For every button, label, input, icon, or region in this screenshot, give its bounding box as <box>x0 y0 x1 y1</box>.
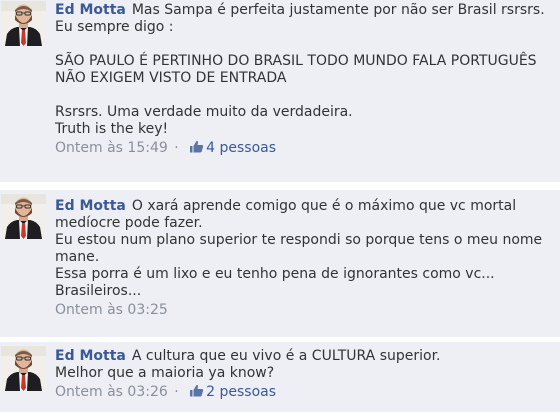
comment-meta: Ontem às 15:49 · 4 pessoas <box>55 140 554 157</box>
thumbs-up-icon[interactable] <box>189 384 204 397</box>
comment-blank-line <box>55 36 554 53</box>
comment-text-line: Melhor que a maioria ya know? <box>55 365 275 381</box>
comment-item: Ed Motta O xará aprende comigo que é o má… <box>0 190 560 337</box>
author-name-link[interactable]: Ed Motta <box>55 198 126 214</box>
author-name-link[interactable]: Ed Motta <box>55 348 126 364</box>
comment-text-line: A cultura que eu vivo é a CULTURA superi… <box>131 348 441 364</box>
comment-text-line: medíocre pode fazer. <box>55 215 203 231</box>
comment-text-line: Brasileiros... <box>55 283 142 299</box>
likes-count-link[interactable]: 2 pessoas <box>206 384 276 400</box>
comment-blank-line <box>55 87 554 104</box>
comment-body: Ed Motta A cultura que eu vivo é a CULTUR… <box>55 348 554 401</box>
comment-text-line: SÃO PAULO É PERTINHO DO BRASIL TODO MUND… <box>55 53 537 69</box>
comment-text: Ed Motta O xará aprende comigo que é o má… <box>55 198 554 300</box>
likes-count-link[interactable]: 4 pessoas <box>206 140 276 156</box>
comment-text-line: mane. <box>55 249 100 265</box>
timestamp-link[interactable]: Ontem às 15:49 <box>55 140 168 156</box>
author-name-link[interactable]: Ed Motta <box>55 2 126 18</box>
comment-text: Ed Motta A cultura que eu vivo é a CULTUR… <box>55 348 554 382</box>
comment-text-line: Rsrsrs. Uma verdade muito da verdadeira. <box>55 104 353 120</box>
comment-text-line: Truth is the key! <box>55 121 169 137</box>
comment-item: Ed Motta A cultura que eu vivo é a CULTUR… <box>0 342 560 412</box>
comment-text-line: Eu estou num plano superior te respondi … <box>55 232 543 248</box>
comment-body: Ed Motta O xará aprende comigo que é o má… <box>55 198 554 319</box>
comment-text: Ed Motta Mas Sampa é perfeita justamente … <box>55 2 554 138</box>
timestamp-link[interactable]: Ontem às 03:26 <box>55 384 168 400</box>
avatar[interactable] <box>1 194 46 239</box>
comment-meta: Ontem às 03:26 · 2 pessoas <box>55 384 554 401</box>
comment-text-line: Essa porra é um lixo e eu tenho pena de … <box>55 266 495 282</box>
comment-meta: Ontem às 03:25 <box>55 302 554 319</box>
comment-item: Ed Motta Mas Sampa é perfeita justamente … <box>0 0 560 182</box>
avatar[interactable] <box>1 346 46 391</box>
comment-text-line: NÃO EXIGEM VISTO DE ENTRADA <box>55 70 287 86</box>
comment-body: Ed Motta Mas Sampa é perfeita justamente … <box>55 2 554 157</box>
avatar[interactable] <box>1 1 46 46</box>
comments-feed: Ed Motta Mas Sampa é perfeita justamente … <box>0 0 560 412</box>
comment-text-line: Mas Sampa é perfeita justamente por não … <box>131 2 545 18</box>
comment-text-line: O xará aprende comigo que é o máximo que… <box>131 198 517 214</box>
comment-text-line: Eu sempre digo : <box>55 19 174 35</box>
meta-separator: · <box>174 384 179 400</box>
thumbs-up-icon[interactable] <box>189 140 204 153</box>
meta-separator: · <box>174 140 179 156</box>
timestamp-link[interactable]: Ontem às 03:25 <box>55 302 168 318</box>
